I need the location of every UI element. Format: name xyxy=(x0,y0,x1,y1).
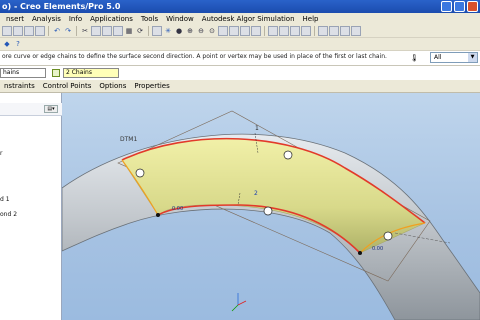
paste-icon[interactable] xyxy=(102,26,112,36)
drag-handle[interactable] xyxy=(383,231,393,241)
shading-icon[interactable] xyxy=(301,26,311,36)
dashboard-tabs: nstraints Control Points Options Propert… xyxy=(0,80,480,93)
copy-icon[interactable] xyxy=(91,26,101,36)
view-manager-icon[interactable] xyxy=(251,26,261,36)
menu-insert[interactable]: nsert xyxy=(2,13,28,25)
maximize-button[interactable] xyxy=(454,1,465,12)
selection-filter[interactable]: All ▼ xyxy=(430,52,478,63)
panel-list-item[interactable]: r xyxy=(0,150,2,157)
second-direction-icon xyxy=(52,69,60,77)
datum-label: DTM1 xyxy=(120,136,137,143)
menu-info[interactable]: Info xyxy=(65,13,86,25)
spin-center-icon[interactable]: ✳ xyxy=(163,26,173,36)
reorient-icon[interactable] xyxy=(218,26,228,36)
tab-constraints[interactable]: nstraints xyxy=(0,80,39,93)
csys-triad-icon xyxy=(231,293,247,312)
zoom-in-icon[interactable]: ⊕ xyxy=(185,26,195,36)
menu-analysis[interactable]: Analysis xyxy=(28,13,65,25)
vertex-point[interactable] xyxy=(358,251,362,255)
model-graphics: DTM1 1 2 0.00 0.00 xyxy=(61,110,480,320)
datum-planes-icon[interactable] xyxy=(318,26,328,36)
panel-menu-button[interactable]: ▤▾ xyxy=(44,105,58,113)
tab-control-points[interactable]: Control Points xyxy=(39,80,96,93)
wireframe-icon[interactable] xyxy=(268,26,278,36)
boundary-blend-surface xyxy=(121,138,426,254)
csys-icon[interactable] xyxy=(351,26,361,36)
tab-options[interactable]: Options xyxy=(95,80,130,93)
vertex-point[interactable] xyxy=(156,213,160,217)
tab-properties[interactable]: Properties xyxy=(130,80,173,93)
menu-help[interactable]: Help xyxy=(299,13,323,25)
whats-this-help-icon[interactable]: ? xyxy=(13,39,23,49)
open-file-icon[interactable] xyxy=(13,26,23,36)
refit-icon[interactable]: ⊙ xyxy=(207,26,217,36)
new-file-icon[interactable] xyxy=(2,26,12,36)
tangency-value-1: 0.00 xyxy=(172,206,183,212)
first-direction-collector[interactable]: hains xyxy=(0,68,46,78)
panel-list-item[interactable]: d 1 xyxy=(0,196,10,203)
layers-icon[interactable] xyxy=(240,26,250,36)
tangency-value-2: 0.00 xyxy=(372,246,383,252)
selection-filter-value: All xyxy=(434,54,442,61)
chain-2-label: 2 xyxy=(254,190,258,197)
find-icon[interactable]: ▦ xyxy=(124,26,134,36)
title-bar: o) - Creo Elements/Pro 5.0 xyxy=(0,0,480,13)
panel-list-item[interactable]: ond 2 xyxy=(0,211,17,218)
datum-axes-icon[interactable] xyxy=(329,26,339,36)
menu-applications[interactable]: Applications xyxy=(86,13,137,25)
chevron-down-icon: ▼ xyxy=(468,53,477,62)
toolbar-separator xyxy=(76,26,77,36)
datum-points-icon[interactable] xyxy=(340,26,350,36)
drag-handle[interactable] xyxy=(135,168,145,178)
menu-algor-simulation[interactable]: Autodesk Algor Simulation xyxy=(198,13,299,25)
dashboard-side-panel: ▤▾ r d 1 ond 2 xyxy=(0,93,62,320)
zoom-out-icon[interactable]: ⊖ xyxy=(196,26,206,36)
orient-mode-icon[interactable]: ● xyxy=(174,26,184,36)
toolbar-separator xyxy=(314,26,315,36)
close-button[interactable] xyxy=(467,1,478,12)
save-icon[interactable] xyxy=(24,26,34,36)
chain-1-label: 1 xyxy=(255,125,259,132)
repaint-icon[interactable] xyxy=(152,26,162,36)
message-area: ore curve or edge chains to define the s… xyxy=(0,51,480,66)
model-tree-icon[interactable]: ◆ xyxy=(2,39,12,49)
toolbar-separator xyxy=(264,26,265,36)
saved-views-icon[interactable] xyxy=(229,26,239,36)
paste-special-icon[interactable] xyxy=(113,26,123,36)
dashboard-collectors: hains 2 Chains xyxy=(0,66,480,80)
second-direction-collector[interactable]: 2 Chains xyxy=(63,68,119,78)
hidden-line-icon[interactable] xyxy=(279,26,289,36)
menu-tools[interactable]: Tools xyxy=(137,13,162,25)
minimize-button[interactable] xyxy=(441,1,452,12)
menu-bar: nsert Analysis Info Applications Tools W… xyxy=(0,13,480,25)
secondary-toolbar: ◆ ? xyxy=(0,38,480,51)
toolbar-separator xyxy=(48,26,49,36)
no-hidden-icon[interactable] xyxy=(290,26,300,36)
menu-window[interactable]: Window xyxy=(162,13,198,25)
undo-icon[interactable]: ↶ xyxy=(52,26,62,36)
window-title: o) - Creo Elements/Pro 5.0 xyxy=(2,2,121,11)
toolbar-separator xyxy=(148,26,149,36)
print-icon[interactable] xyxy=(35,26,45,36)
message-text: ore curve or edge chains to define the s… xyxy=(2,53,387,60)
thermometer-icon: 🌡 xyxy=(410,54,419,62)
drag-handle[interactable] xyxy=(263,206,273,216)
panel-header: ▤▾ xyxy=(0,103,62,116)
main-toolbar: ↶ ↷ ✂ ▦ ⟳ ✳ ● ⊕ ⊖ ⊙ xyxy=(0,25,480,38)
regenerate-icon[interactable]: ⟳ xyxy=(135,26,145,36)
cut-icon[interactable]: ✂ xyxy=(80,26,90,36)
drag-handle[interactable] xyxy=(283,150,293,160)
redo-icon[interactable]: ↷ xyxy=(63,26,73,36)
